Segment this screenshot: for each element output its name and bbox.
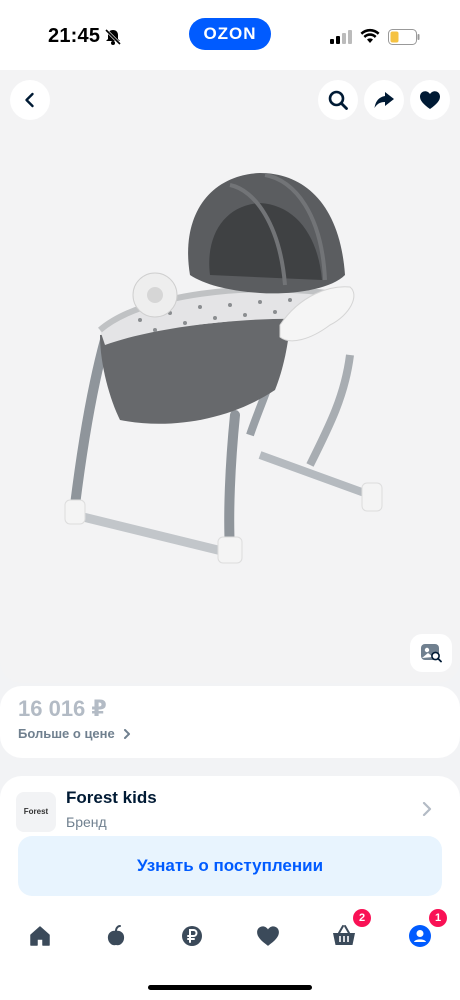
profile-badge: 1 bbox=[429, 909, 447, 927]
fresh-icon bbox=[107, 925, 125, 946]
ruble-icon bbox=[182, 926, 202, 946]
more-about-price-label: Больше о цене bbox=[18, 726, 115, 741]
status-bar: 21:45 OZON bbox=[0, 0, 460, 70]
image-search-icon bbox=[421, 644, 442, 663]
more-about-price-link[interactable]: Больше о цене bbox=[18, 726, 132, 741]
tab-fresh[interactable] bbox=[101, 921, 131, 951]
search-button[interactable] bbox=[318, 80, 358, 120]
cart-icon bbox=[333, 925, 355, 945]
status-time: 21:45 bbox=[48, 25, 101, 47]
tab-cart[interactable] bbox=[329, 921, 359, 951]
ozon-logo: OZON bbox=[189, 18, 271, 50]
product-price: 16 016 ₽ bbox=[18, 696, 107, 721]
tab-favorites[interactable] bbox=[253, 921, 283, 951]
chevron-left-icon bbox=[25, 92, 34, 108]
notify-on-arrival-button[interactable]: Узнать о поступлении bbox=[18, 836, 442, 896]
back-button[interactable] bbox=[10, 80, 50, 120]
price-card: 16 016 ₽ Больше о цене bbox=[0, 686, 460, 758]
product-gallery[interactable] bbox=[0, 70, 460, 683]
battery-icon bbox=[388, 29, 420, 45]
bell-off-icon bbox=[104, 28, 122, 46]
share-icon bbox=[374, 92, 394, 108]
chevron-right-icon bbox=[124, 729, 131, 739]
tab-finance[interactable] bbox=[177, 921, 207, 951]
tab-profile[interactable] bbox=[405, 921, 435, 951]
product-photo bbox=[64, 173, 383, 564]
tab-home[interactable] bbox=[25, 921, 55, 951]
chevron-right-icon bbox=[422, 802, 432, 816]
share-button[interactable] bbox=[364, 80, 404, 120]
profile-icon bbox=[409, 925, 431, 947]
brand-logo: Forest Kids bbox=[16, 792, 56, 856]
home-indicator bbox=[148, 985, 312, 990]
wifi-icon bbox=[360, 28, 380, 43]
cart-badge: 2 bbox=[353, 909, 371, 927]
home-icon bbox=[30, 926, 50, 946]
heart-icon bbox=[420, 91, 440, 109]
brand-name: Forest kids bbox=[66, 788, 157, 807]
favorite-button[interactable] bbox=[410, 80, 450, 120]
heart-icon bbox=[257, 926, 279, 946]
visual-search-button[interactable] bbox=[410, 634, 452, 672]
signal-icon bbox=[330, 30, 352, 44]
brand-subtitle: Бренд bbox=[66, 814, 107, 830]
search-icon bbox=[328, 90, 348, 110]
